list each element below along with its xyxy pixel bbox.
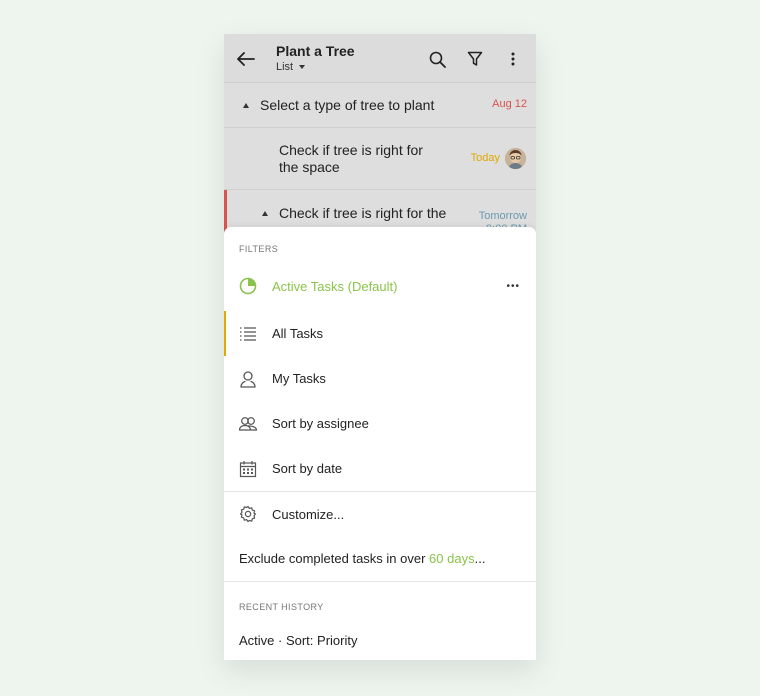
task-title: Select a type of tree to plant (260, 97, 435, 113)
app-bar: Plant a Tree List (224, 34, 536, 83)
exclude-suffix: ... (474, 551, 486, 566)
task-title: Check if tree is right for the (279, 205, 447, 221)
exclude-completed-text: Exclude completed tasks in over 60 days.… (239, 551, 485, 566)
exclude-prefix: Exclude completed tasks in over (239, 551, 430, 566)
filters-sheet: FILTERS Active Tasks (Default) ••• All T… (224, 227, 536, 660)
assignee-avatar[interactable] (505, 148, 526, 169)
search-button[interactable] (423, 45, 451, 73)
pie-icon (238, 276, 258, 296)
project-title: Plant a Tree (276, 43, 355, 59)
customize-label: Customize... (272, 506, 345, 522)
more-vertical-icon (511, 52, 515, 66)
view-selector[interactable]: List (276, 61, 306, 73)
history-item[interactable]: Active · Sort: Priority (224, 620, 536, 660)
filter-all-tasks[interactable]: All Tasks (224, 311, 536, 356)
list-icon (238, 324, 258, 344)
filter-sort-by-assignee[interactable]: Sort by assignee (224, 401, 536, 446)
filter-label: All Tasks (272, 326, 324, 341)
task-row[interactable]: Check if tree is right for the space Tod… (224, 128, 536, 190)
filter-active-tasks[interactable]: Active Tasks (Default) ••• (224, 266, 536, 306)
task-title: Check if tree is right for the space (279, 142, 423, 176)
filter-label: Active Tasks (Default) (272, 278, 398, 294)
search-icon (429, 51, 446, 68)
filter-button[interactable] (461, 45, 489, 73)
filter-label: My Tasks (272, 371, 326, 386)
arrow-left-icon (237, 52, 255, 66)
selected-indicator (224, 311, 226, 356)
app-window: Plant a Tree List Select a type of tree … (224, 34, 536, 660)
task-row[interactable]: Select a type of tree to plant Aug 12 (224, 83, 536, 128)
filters-heading: FILTERS (239, 244, 279, 254)
filter-label: Sort by assignee (272, 416, 369, 431)
funnel-icon (467, 51, 483, 66)
recent-history-heading: RECENT HISTORY (239, 602, 324, 612)
avatar-face-icon (505, 148, 526, 169)
history-item-label: Active · Sort: Priority (239, 632, 358, 648)
person-icon (238, 369, 258, 389)
view-label: List (276, 61, 294, 73)
divider (224, 581, 536, 582)
customize-button[interactable]: Customize... (224, 492, 536, 536)
task-due-date: Today (470, 152, 500, 164)
filter-my-tasks[interactable]: My Tasks (224, 356, 536, 401)
filter-more-button[interactable]: ••• (506, 281, 520, 292)
task-due-day: Tomorrow (478, 210, 527, 222)
task-title-line: Check if tree is right for (279, 142, 423, 158)
task-title-line: the space (279, 159, 340, 175)
back-button[interactable] (232, 45, 260, 73)
calendar-icon (238, 459, 258, 479)
collapse-triangle-icon[interactable] (243, 103, 249, 108)
exclude-days-link[interactable]: 60 days (429, 551, 475, 566)
task-due-date: Aug 12 (492, 98, 527, 110)
gear-icon (238, 504, 258, 524)
overflow-menu-button[interactable] (499, 45, 527, 73)
collapse-triangle-icon[interactable] (262, 211, 268, 216)
caret-down-icon (299, 65, 306, 69)
people-icon (238, 414, 258, 434)
filter-sort-by-date[interactable]: Sort by date (224, 446, 536, 491)
exclude-completed-setting[interactable]: Exclude completed tasks in over 60 days.… (224, 536, 536, 581)
filter-label: Sort by date (272, 461, 343, 476)
